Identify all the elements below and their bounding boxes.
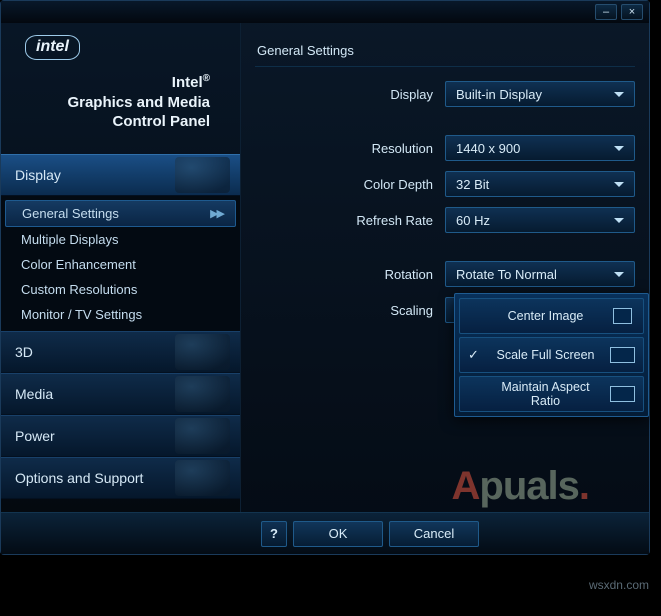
scaling-option-maintain-aspect[interactable]: Maintain Aspect Ratio (459, 376, 644, 412)
logo-zone: intel Intel® Graphics and Media Control … (1, 23, 240, 154)
dropdown-refresh-rate[interactable]: 60 Hz (445, 207, 635, 233)
field-label: Refresh Rate (255, 213, 433, 228)
popup-item-label: Center Image (487, 309, 604, 323)
sidebar-category-options-support[interactable]: Options and Support (1, 457, 240, 499)
dropdown-resolution[interactable]: 1440 x 900 (445, 135, 635, 161)
field-label: Display (255, 87, 433, 102)
title-bar: – × (1, 1, 649, 23)
sidebar-item-label: General Settings (22, 206, 119, 221)
field-label: Rotation (255, 267, 433, 282)
3d-icon (175, 334, 230, 370)
panel-title-line: Control Panel (112, 113, 210, 130)
sidebar-item-general-settings[interactable]: General Settings ▶▶ (5, 200, 236, 227)
field-label: Resolution (255, 141, 433, 156)
dropdown-value: 1440 x 900 (456, 141, 520, 156)
sidebar-item-label: Monitor / TV Settings (21, 307, 142, 322)
power-icon (175, 418, 230, 454)
sidebar: intel Intel® Graphics and Media Control … (1, 23, 241, 512)
aspect-thumb-icon (610, 347, 635, 363)
dropdown-value: 32 Bit (456, 177, 489, 192)
chevron-down-icon (614, 272, 624, 277)
intel-logo: intel (25, 35, 80, 60)
scaling-option-center-image[interactable]: Center Image (459, 298, 644, 334)
content-panel: General Settings Display Built-in Displa… (241, 23, 649, 512)
category-label: Display (15, 167, 61, 183)
chevron-down-icon (614, 146, 624, 151)
dropdown-value: 60 Hz (456, 213, 490, 228)
chevron-down-icon (614, 182, 624, 187)
display-subitems: General Settings ▶▶ Multiple Displays Co… (1, 196, 240, 331)
chevron-down-icon (614, 92, 624, 97)
setting-row-color-depth: Color Depth 32 Bit (255, 171, 635, 197)
sidebar-item-multiple-displays[interactable]: Multiple Displays (1, 227, 240, 252)
scaling-option-scale-full-screen[interactable]: ✓ Scale Full Screen (459, 337, 644, 373)
popup-item-label: Maintain Aspect Ratio (487, 380, 604, 408)
registered-mark: ® (203, 73, 210, 84)
check-icon: ✓ (468, 347, 481, 363)
dropdown-value: Rotate To Normal (456, 267, 557, 282)
content-header: General Settings (255, 33, 635, 67)
sidebar-category-media[interactable]: Media (1, 373, 240, 415)
display-icon (175, 157, 230, 193)
chevron-down-icon (614, 218, 624, 223)
ok-button[interactable]: OK (293, 521, 383, 547)
close-button[interactable]: × (621, 4, 643, 20)
category-label: Media (15, 386, 53, 402)
cancel-button[interactable]: Cancel (389, 521, 479, 547)
category-label: 3D (15, 344, 33, 360)
aspect-thumb-icon (610, 386, 635, 402)
setting-row-resolution: Resolution 1440 x 900 (255, 135, 635, 161)
minimize-button[interactable]: – (595, 4, 617, 20)
dropdown-display[interactable]: Built-in Display (445, 81, 635, 107)
panel-title-line: Graphics and Media (67, 94, 210, 111)
source-attribution: wsxdn.com (589, 578, 649, 592)
field-label: Color Depth (255, 177, 433, 192)
sidebar-item-label: Custom Resolutions (21, 282, 137, 297)
sidebar-item-custom-resolutions[interactable]: Custom Resolutions (1, 277, 240, 302)
scaling-popup: Center Image ✓ Scale Full Screen Maintai… (454, 293, 649, 417)
sidebar-category-3d[interactable]: 3D (1, 331, 240, 373)
dropdown-value: Built-in Display (456, 87, 542, 102)
options-icon (175, 460, 230, 496)
panel-title-line: Intel (172, 74, 203, 91)
settings-form: Display Built-in Display Resolution 1440… (255, 67, 635, 323)
category-label: Power (15, 428, 55, 444)
setting-row-rotation: Rotation Rotate To Normal (255, 261, 635, 287)
sidebar-category-power[interactable]: Power (1, 415, 240, 457)
setting-row-refresh-rate: Refresh Rate 60 Hz (255, 207, 635, 233)
popup-item-label: Scale Full Screen (487, 348, 604, 362)
media-icon (175, 376, 230, 412)
sidebar-item-color-enhancement[interactable]: Color Enhancement (1, 252, 240, 277)
sidebar-item-monitor-tv-settings[interactable]: Monitor / TV Settings (1, 302, 240, 327)
aspect-thumb-icon (613, 308, 632, 324)
setting-row-display: Display Built-in Display (255, 81, 635, 107)
sidebar-item-label: Multiple Displays (21, 232, 119, 247)
dropdown-color-depth[interactable]: 32 Bit (445, 171, 635, 197)
sidebar-item-label: Color Enhancement (21, 257, 136, 272)
sidebar-category-display[interactable]: Display (1, 154, 240, 196)
intel-graphics-panel: – × intel Intel® Graphics and Media Cont… (0, 0, 650, 555)
help-button[interactable]: ? (261, 521, 287, 547)
field-label: Scaling (255, 303, 433, 318)
main-area: intel Intel® Graphics and Media Control … (1, 23, 649, 512)
bottom-bar: ? OK Cancel (1, 512, 649, 554)
category-label: Options and Support (15, 470, 143, 486)
chevron-right-icon: ▶▶ (210, 207, 223, 220)
dropdown-rotation[interactable]: Rotate To Normal (445, 261, 635, 287)
panel-title: Intel® Graphics and Media Control Panel (15, 60, 226, 146)
